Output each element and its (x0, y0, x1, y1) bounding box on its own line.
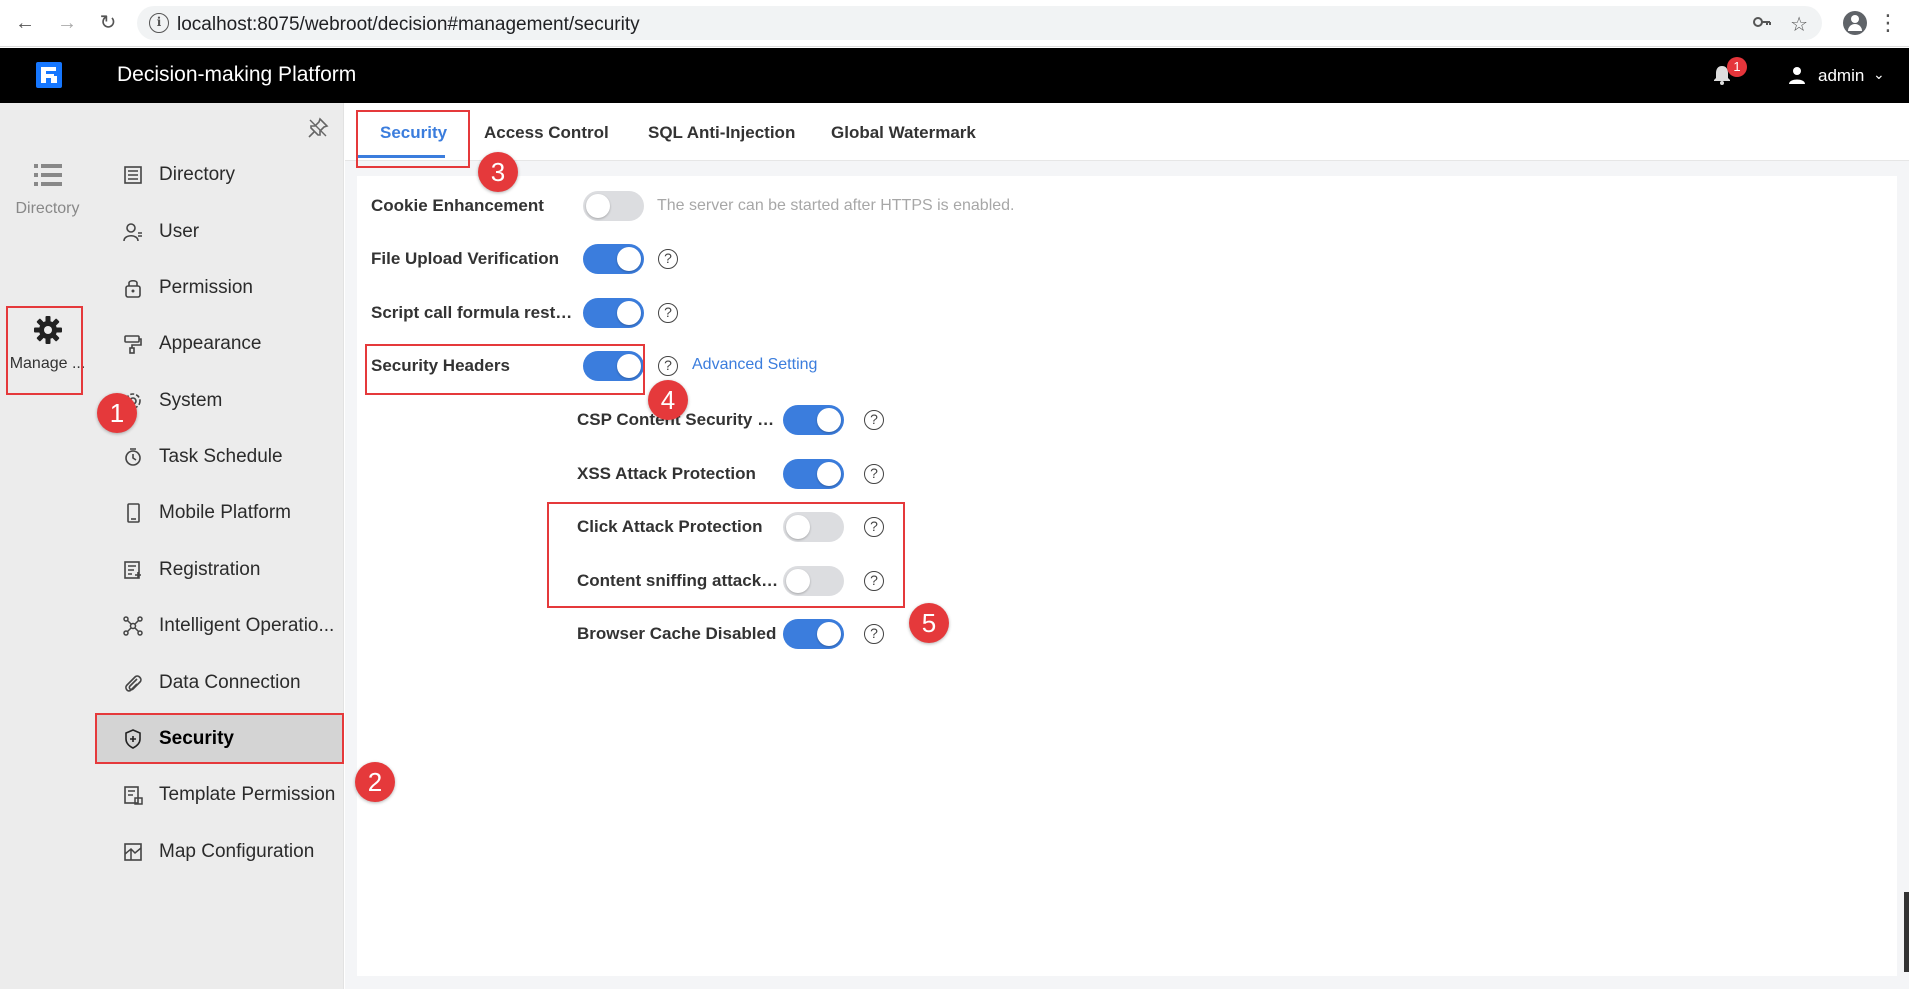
sidebar-item-appearance[interactable]: Appearance (95, 320, 344, 368)
setting-label: File Upload Verification (371, 249, 559, 268)
tab-sql-anti-injection[interactable]: SQL Anti-Injection (648, 123, 795, 143)
help-icon[interactable]: ? (658, 356, 678, 376)
annotation-box-manage (6, 306, 83, 395)
file-upload-verification-toggle[interactable] (583, 244, 644, 274)
notification-badge: 1 (1727, 57, 1747, 77)
map-icon (124, 843, 142, 861)
user-name[interactable]: admin (1818, 66, 1864, 86)
annotation-box-security-tab (356, 110, 470, 168)
url-text[interactable]: localhost:8075/webroot/decision#manageme… (177, 14, 640, 36)
browser-toolbar: ← → ↻ i localhost:8075/webroot/decision#… (0, 0, 1909, 47)
rail-item-directory[interactable]: Directory (0, 163, 95, 218)
help-icon[interactable]: ? (864, 410, 884, 430)
management-sidebar: Directory User Permission Appearance Sys… (95, 103, 344, 989)
directory-icon (124, 166, 142, 184)
site-info-icon[interactable]: i (149, 13, 169, 33)
sidebar-item-label: Template Permission (159, 784, 336, 805)
bookmark-star-icon[interactable]: ☆ (1790, 12, 1808, 37)
sidebar-item-label: Task Schedule (159, 446, 283, 467)
setting-row-cookie-enhancement: Cookie Enhancement The server can be sta… (371, 191, 1271, 221)
setting-label: Script call formula restr... (371, 303, 573, 322)
user-icon (123, 223, 142, 242)
sidebar-item-label: Data Connection (159, 672, 301, 693)
annotation-marker-2: 2 (355, 762, 395, 802)
sidebar-item-directory[interactable]: Directory (95, 151, 344, 199)
account-icon[interactable] (1843, 11, 1867, 35)
address-bar[interactable]: i localhost:8075/webroot/decision#manage… (137, 6, 1822, 40)
sidebar-item-label: Mobile Platform (159, 502, 291, 523)
help-icon[interactable]: ? (864, 464, 884, 484)
sidebar-item-template-permission[interactable]: Template Permission (95, 771, 344, 819)
annotation-box-click-sniffing (547, 502, 905, 608)
left-rail: Directory Manage ... (0, 103, 95, 989)
setting-label: XSS Attack Protection (577, 464, 756, 483)
sidebar-item-label: Intelligent Operatio... (159, 615, 335, 636)
unpin-icon[interactable] (307, 117, 329, 139)
tab-global-watermark[interactable]: Global Watermark (831, 123, 976, 143)
sidebar-item-registration[interactable]: Registration (95, 546, 344, 594)
key-icon[interactable] (1752, 12, 1772, 38)
sidebar-item-user[interactable]: User (95, 208, 344, 256)
setting-row-file-upload-verification: File Upload Verification ? (371, 244, 771, 274)
sidebar-item-label: Directory (159, 164, 236, 185)
sidebar-item-intelligent-operation[interactable]: Intelligent Operatio... (95, 602, 344, 650)
tab-access-control[interactable]: Access Control (484, 123, 609, 143)
tab-bar: Security Access Control SQL Anti-Injecti… (345, 103, 1909, 161)
setting-label: Cookie Enhancement (371, 196, 544, 215)
sidebar-item-mobile-platform[interactable]: Mobile Platform (95, 489, 344, 537)
network-icon (123, 616, 143, 636)
annotation-marker-5: 5 (909, 603, 949, 643)
sidebar-item-data-connection[interactable]: Data Connection (95, 659, 344, 707)
rail-label: Directory (15, 200, 80, 217)
sidebar-item-label: User (159, 221, 200, 242)
template-permission-icon (124, 786, 143, 805)
app-header: Decision-making Platform 1 admin ⌄ (0, 48, 1909, 103)
chevron-down-icon[interactable]: ⌄ (1873, 66, 1885, 83)
sidebar-item-label: Map Configuration (159, 841, 315, 862)
help-icon[interactable]: ? (658, 249, 678, 269)
list-icon (33, 164, 62, 186)
help-icon[interactable]: ? (864, 624, 884, 644)
advanced-setting-link[interactable]: Advanced Setting (692, 356, 817, 374)
setting-row-xss: XSS Attack Protection ? (577, 459, 977, 489)
annotation-box-security-item (95, 713, 344, 764)
timer-icon (125, 448, 141, 466)
setting-row-script-call-formula: Script call formula restr... ? (371, 298, 771, 328)
screen: ← → ↻ i localhost:8075/webroot/decision#… (0, 0, 1909, 989)
browser-menu-icon[interactable]: ⋮ (1877, 10, 1899, 36)
app-title: Decision-making Platform (117, 63, 357, 86)
sidebar-item-permission[interactable]: Permission (95, 264, 344, 312)
setting-label: Browser Cache Disabled (577, 624, 777, 643)
reload-icon[interactable]: ↻ (97, 12, 119, 34)
sidebar-item-map-configuration[interactable]: Map Configuration (95, 828, 344, 876)
help-icon[interactable]: ? (658, 303, 678, 323)
sidebar-item-label: Appearance (159, 333, 262, 354)
sidebar-item-label: System (159, 390, 223, 411)
annotation-marker-1: 1 (97, 393, 137, 433)
sidebar-item-label: Permission (159, 277, 253, 298)
annotation-marker-3: 3 (478, 152, 518, 192)
setting-hint: The server can be started after HTTPS is… (657, 197, 1015, 214)
scrollbar-thumb[interactable] (1904, 892, 1909, 972)
platform-logo-icon[interactable] (36, 62, 62, 88)
annotation-marker-4: 4 (648, 380, 688, 420)
paint-roller-icon (124, 335, 142, 354)
annotation-box-security-headers (365, 344, 645, 395)
paperclip-icon (125, 675, 142, 692)
sidebar-item-task-schedule[interactable]: Task Schedule (95, 433, 344, 481)
back-arrow-icon[interactable]: ← (14, 12, 36, 34)
user-icon[interactable] (1789, 66, 1805, 84)
forward-arrow-icon[interactable]: → (56, 12, 78, 34)
xss-attack-protection-toggle[interactable] (783, 459, 844, 489)
registration-icon (124, 561, 141, 579)
browser-cache-disabled-toggle[interactable] (783, 619, 844, 649)
cookie-enhancement-toggle[interactable] (583, 191, 644, 221)
script-call-formula-toggle[interactable] (583, 298, 644, 328)
setting-row-csp: CSP Content Security P... ? (577, 405, 977, 435)
mobile-icon (127, 503, 140, 523)
csp-toggle[interactable] (783, 405, 844, 435)
lock-icon (125, 279, 141, 298)
sidebar-item-label: Registration (159, 559, 261, 580)
